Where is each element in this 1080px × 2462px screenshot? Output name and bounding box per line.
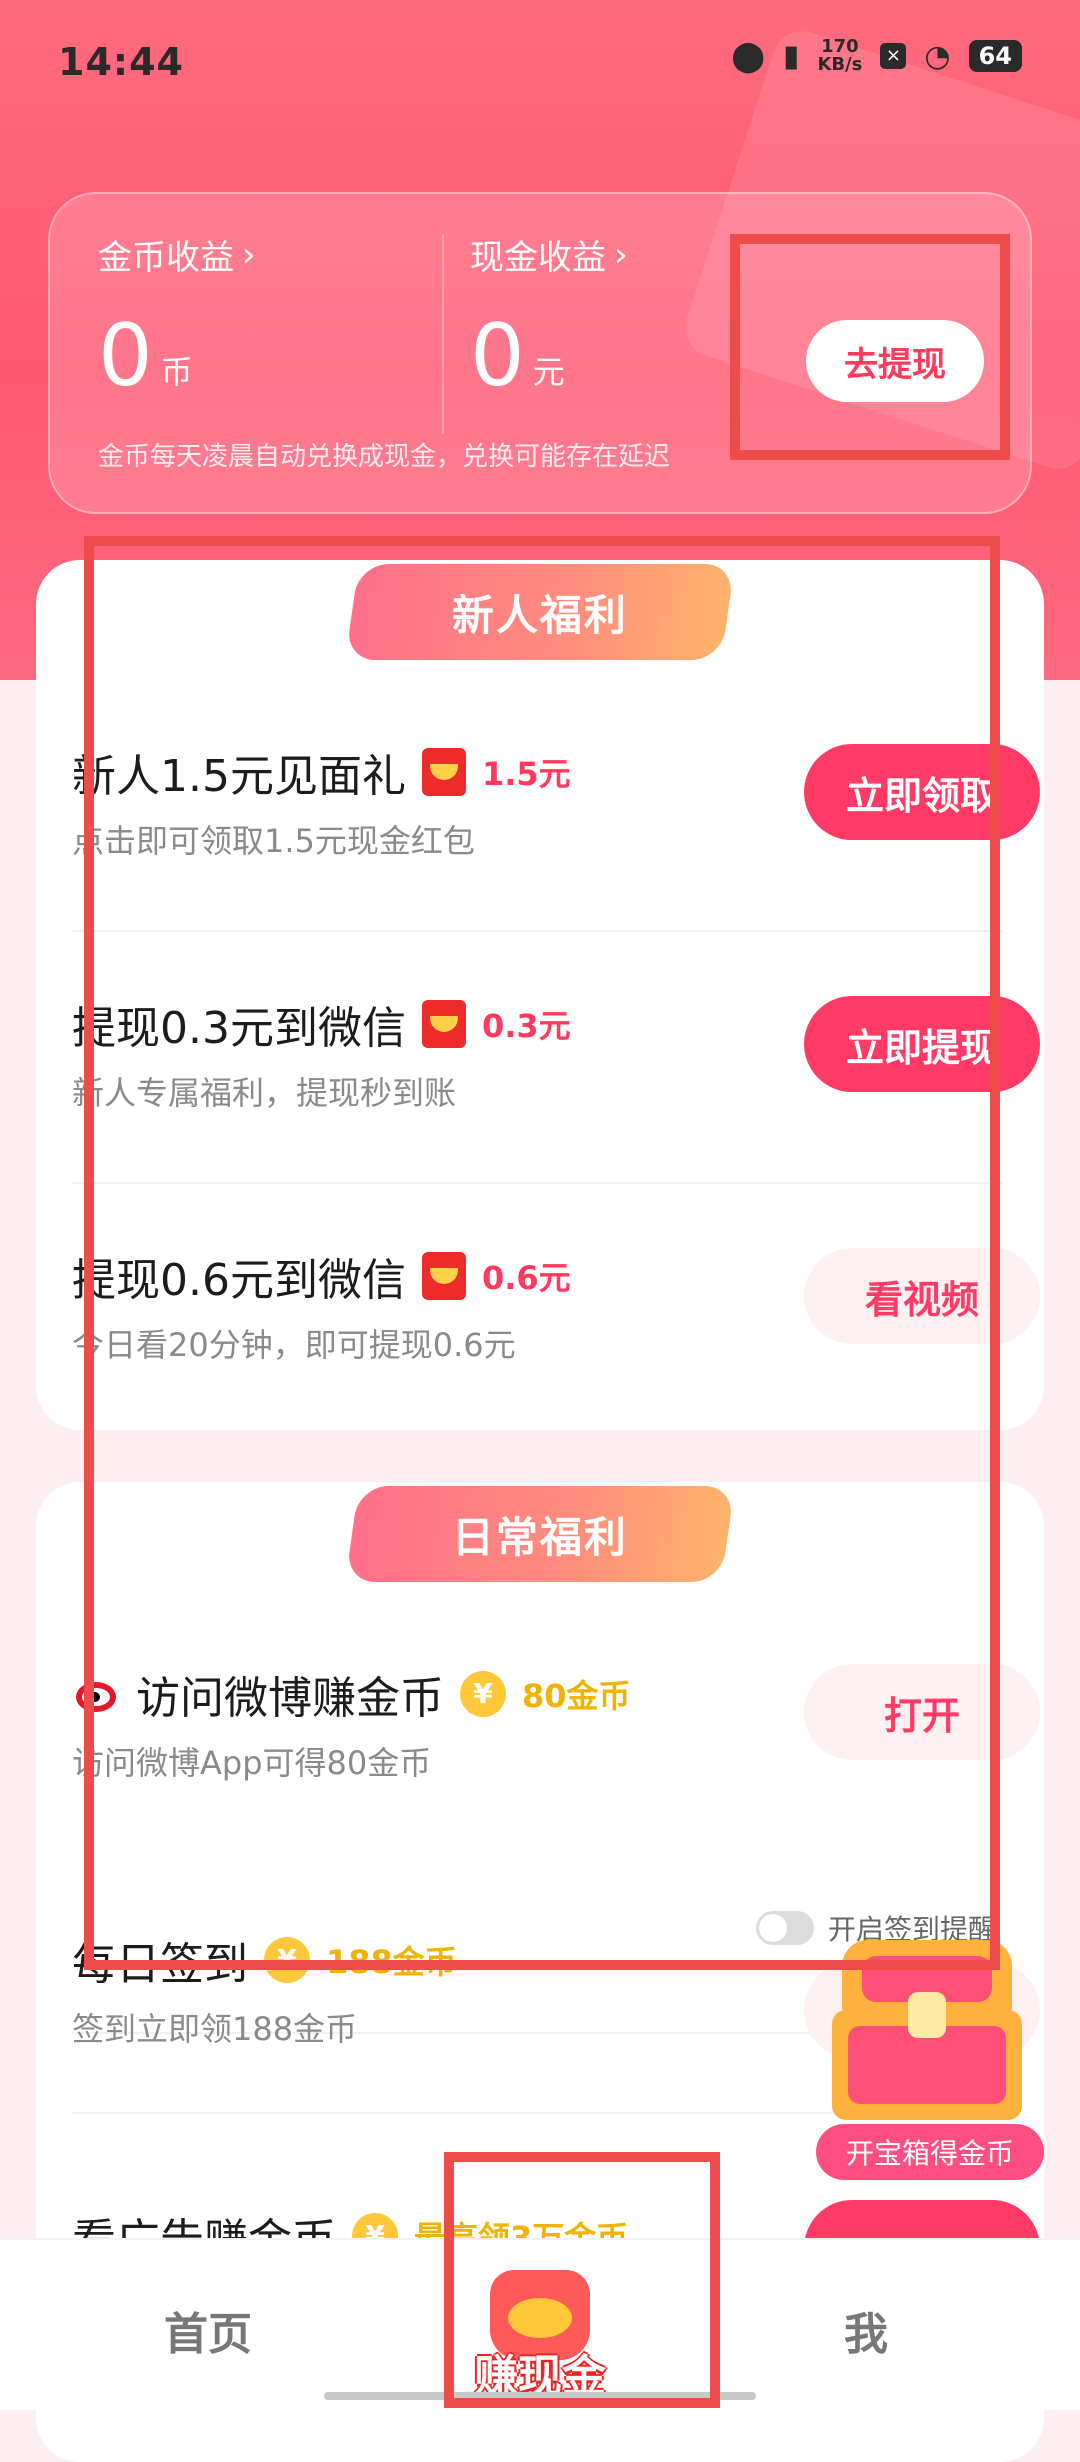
- coin-earnings-value: 0: [98, 306, 153, 406]
- coin-icon: ¥: [264, 1937, 310, 1983]
- no-sim-icon: ×: [880, 43, 907, 69]
- row-divider: [72, 1182, 1002, 1184]
- cash-earnings[interactable]: 现金收益 › 0 元: [470, 230, 628, 406]
- coin-icon: ¥: [460, 1671, 506, 1717]
- task-name: 提现0.3元到微信: [72, 1003, 406, 1054]
- network-speed-unit: KB/s: [817, 54, 863, 75]
- battery-level: 64: [968, 40, 1022, 72]
- claim-now-button[interactable]: 立即领取: [804, 744, 1040, 840]
- cash-earnings-unit: 元: [532, 353, 565, 391]
- status-time: 14:44: [58, 40, 184, 84]
- task-desc: 签到立即领188金币: [72, 2010, 358, 2048]
- reminder-toggle[interactable]: [756, 1911, 814, 1945]
- list-item: 提现0.6元到微信 0.6元 今日看20分钟，即可提现0.6元 看视频: [72, 1244, 1040, 1404]
- nav-me[interactable]: 我: [844, 2298, 888, 2362]
- treasure-chest-icon[interactable]: [832, 1940, 1022, 2120]
- earnings-card: 金币收益 › 0 币 现金收益 › 0 元 去提现 金币每天凌晨自动兑换成现金，兑换…: [48, 192, 1032, 514]
- task-desc: 今日看20分钟，即可提现0.6元: [72, 1326, 516, 1364]
- row-divider: [72, 930, 1002, 932]
- task-name: 每日签到: [72, 1939, 248, 1990]
- earnings-divider: [442, 234, 444, 434]
- task-reward: 80金币: [522, 1677, 631, 1715]
- coin-earnings-unit: 币: [160, 353, 193, 391]
- weibo-icon: [72, 1674, 120, 1714]
- task-desc: 点击即可领取1.5元现金红包: [72, 822, 475, 860]
- new-user-section-title: 新人福利: [451, 590, 628, 640]
- cash-earnings-title: 现金收益: [470, 238, 606, 278]
- bottom-nav: 首页 赚现金 我: [0, 2238, 1080, 2410]
- treasure-chest-label[interactable]: 开宝箱得金币: [816, 2124, 1044, 2180]
- vibrate-icon: ▮: [782, 38, 800, 74]
- task-desc: 访问微博App可得80金币: [72, 1744, 432, 1782]
- task-name: 访问微博赚金币: [136, 1673, 444, 1724]
- cash-earnings-value: 0: [470, 306, 525, 406]
- task-reward: 0.6元: [481, 1259, 571, 1297]
- task-reward: 1.5元: [481, 755, 571, 793]
- coin-earnings-title: 金币收益: [98, 238, 234, 278]
- list-item: 访问微博赚金币 ¥ 80金币 访问微博App可得80金币 打开: [72, 1662, 1040, 2034]
- status-bar: 14:44 ⬤ ▮ 170 KB/s × ◔ 64: [0, 0, 1080, 120]
- watch-video-button[interactable]: 看视频: [804, 1248, 1040, 1344]
- home-indicator: [324, 2392, 756, 2400]
- withdraw-now-button[interactable]: 立即提现: [804, 996, 1040, 1092]
- red-envelope-icon: [421, 1252, 466, 1300]
- red-envelope-icon: [421, 748, 466, 796]
- task-name: 新人1.5元见面礼: [72, 751, 406, 802]
- daily-section-title: 日常福利: [451, 1512, 628, 1562]
- list-item: 新人1.5元见面礼 1.5元 点击即可领取1.5元现金红包 立即领取: [72, 740, 1040, 940]
- chevron-right-icon: ›: [242, 234, 256, 275]
- coin-earnings[interactable]: 金币收益 › 0 币: [98, 230, 256, 406]
- section-title-pill: 新人福利: [345, 564, 735, 660]
- exchange-note: 金币每天凌晨自动兑换成现金，兑换可能存在延迟: [98, 442, 671, 472]
- nav-earn-cash[interactable]: 赚现金: [452, 2260, 628, 2402]
- list-item: 提现0.3元到微信 0.3元 新人专属福利，提现秒到账 立即提现: [72, 992, 1040, 1192]
- chevron-right-icon: ›: [614, 234, 628, 275]
- task-name: 提现0.6元到微信: [72, 1255, 406, 1306]
- wifi-icon: ◔: [924, 38, 951, 74]
- status-icons: ⬤ ▮ 170 KB/s × ◔ 64: [731, 38, 1022, 74]
- nav-home[interactable]: 首页: [164, 2298, 252, 2362]
- task-desc: 新人专属福利，提现秒到账: [72, 1074, 457, 1112]
- new-user-welfare-card: 新人福利 新人1.5元见面礼 1.5元 点击即可领取1.5元现金红包 立即领取 …: [36, 560, 1044, 1430]
- section-title-pill: 日常福利: [345, 1486, 735, 1582]
- location-icon: ⬤: [731, 38, 765, 74]
- withdraw-button[interactable]: 去提现: [806, 320, 984, 402]
- task-reward: 0.3元: [481, 1007, 571, 1045]
- network-speed: 170 KB/s: [817, 38, 862, 74]
- red-envelope-icon: [421, 1000, 466, 1048]
- open-button[interactable]: 打开: [804, 1664, 1040, 1760]
- task-reward: 188金币: [326, 1943, 457, 1981]
